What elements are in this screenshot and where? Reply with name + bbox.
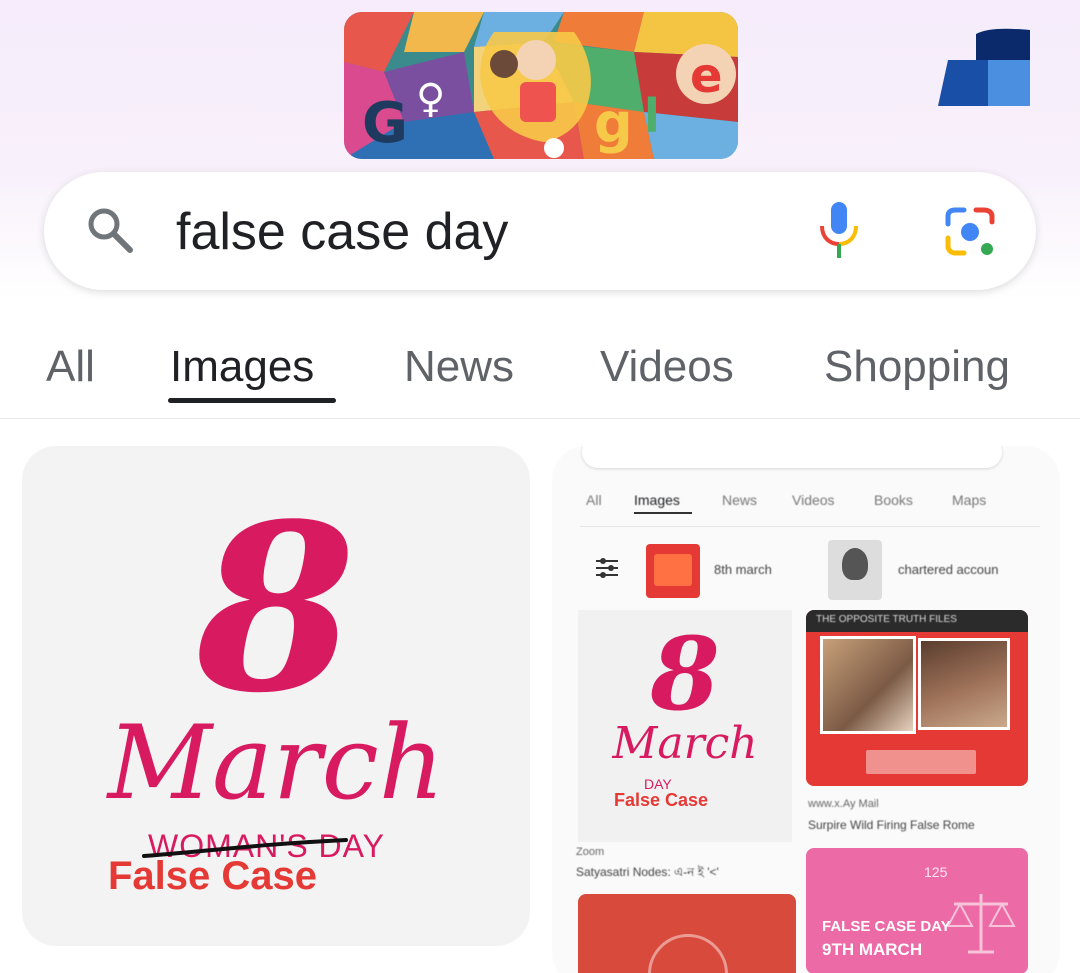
mini-pink-line2: 9TH MARCH	[822, 940, 923, 959]
mini-tab-videos: Videos	[792, 492, 835, 508]
mini-left-title: Satyasatri Nodes: এ-ন ই '<'	[576, 865, 719, 879]
justice-scale-icon	[946, 894, 1016, 954]
mini-photo-caption	[866, 750, 976, 774]
search-tabs: All Images News Videos Shopping	[0, 330, 1080, 410]
mini-caption: False Case	[614, 790, 709, 810]
mini-big-number: 8	[650, 615, 720, 733]
mini-screenshot: All Images News Videos Books Maps 8th ma…	[552, 446, 1060, 973]
mini-month: March	[612, 718, 758, 769]
microphone-icon[interactable]	[816, 200, 862, 260]
mini-chip-thumbnail-1	[646, 544, 700, 598]
mini-right-banner: THE OPPOSITE TRUTH FILES	[816, 614, 957, 625]
search-input[interactable]	[176, 196, 736, 268]
search-icon[interactable]	[84, 204, 136, 256]
filter-icon	[596, 558, 618, 578]
mini-image-red	[578, 894, 796, 973]
result-month: March	[107, 704, 445, 823]
image-result-1[interactable]: 8 March WOMAN'S DAY False Case	[22, 446, 530, 946]
mini-right-title: Surpire Wild Firing False Rome	[808, 818, 975, 832]
mini-photo-2	[918, 638, 1010, 730]
result-big-number: 8	[195, 474, 357, 744]
result-caption: False Case	[108, 854, 318, 898]
mini-tab-maps: Maps	[952, 492, 987, 508]
mini-tab-news: News	[722, 492, 758, 508]
active-tab-indicator	[168, 398, 336, 403]
mini-image-pink: 125 FALSE CASE DAY 9TH MARCH	[806, 848, 1028, 973]
svg-text:e: e	[690, 48, 723, 104]
mini-chip-label-2: chartered accoun	[898, 562, 999, 577]
tab-videos[interactable]: Videos	[600, 342, 734, 392]
mini-tab-books: Books	[874, 492, 913, 508]
mini-tab-indicator	[634, 512, 692, 514]
mini-divider	[580, 526, 1040, 527]
mini-chip-label-1: 8th march	[714, 562, 772, 577]
svg-text:♀: ♀	[416, 76, 445, 122]
mini-left-source: Zoom	[576, 846, 605, 858]
tab-all[interactable]: All	[46, 342, 95, 392]
tabs-divider	[0, 418, 1080, 419]
tab-news[interactable]: News	[404, 342, 514, 392]
image-result-2[interactable]: All Images News Videos Books Maps 8th ma…	[552, 446, 1060, 973]
tab-shopping[interactable]: Shopping	[824, 342, 1010, 392]
svg-text:l: l	[644, 89, 660, 143]
mini-pink-corner: 125	[924, 864, 948, 880]
mini-pink-line1: FALSE CASE DAY	[822, 918, 951, 935]
mini-chip-thumbnail-2	[828, 540, 882, 600]
fingerprint-mark	[648, 934, 728, 973]
mini-image-right: THE OPPOSITE TRUTH FILES	[806, 610, 1028, 786]
google-lens-icon[interactable]	[942, 206, 998, 258]
mini-tab-all: All	[586, 492, 602, 508]
tab-images[interactable]: Images	[170, 342, 314, 392]
svg-text:g: g	[594, 92, 633, 155]
mini-search-bar	[582, 446, 1002, 468]
mini-photo-1	[820, 636, 916, 734]
bookmark-icon[interactable]	[936, 28, 1032, 108]
google-doodle[interactable]: G ♀ g l e	[344, 12, 738, 159]
mini-tab-images: Images	[634, 492, 680, 508]
mini-image-left: 8 March DAY False Case	[578, 610, 792, 842]
svg-text:G: G	[362, 91, 408, 156]
mini-right-source: www.x.Ay Mail	[808, 798, 879, 810]
